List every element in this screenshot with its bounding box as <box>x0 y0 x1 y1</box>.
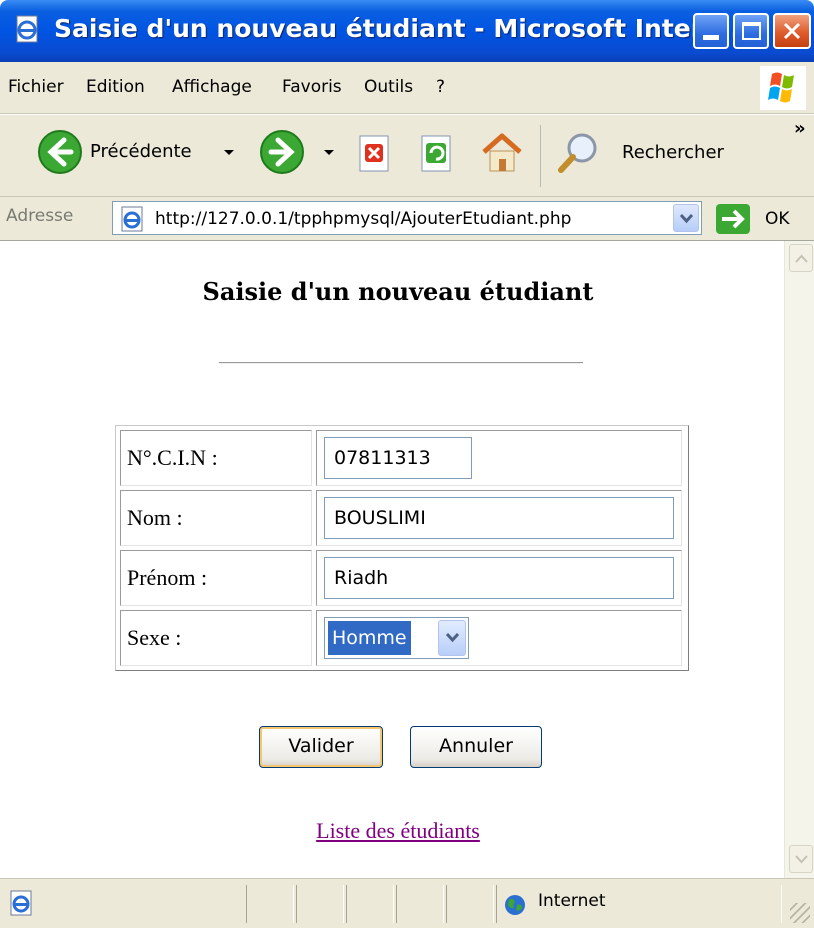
windows-logo-icon <box>760 66 806 110</box>
maximize-button[interactable] <box>733 13 769 49</box>
forward-arrow-icon <box>260 130 304 174</box>
menu-help[interactable]: ? <box>436 77 445 97</box>
address-input[interactable]: http://127.0.0.1/tpphpmysql/AjouterEtudi… <box>112 201 702 235</box>
reset-button[interactable]: Annuler <box>410 726 542 768</box>
prenom-label-cell: Prénom : <box>120 550 312 606</box>
back-label: Précédente <box>90 141 192 162</box>
address-url: http://127.0.0.1/tpphpmysql/AjouterEtudi… <box>155 209 572 229</box>
chevron-down-icon <box>795 855 808 864</box>
menu-edition[interactable]: Edition <box>86 77 145 97</box>
search-icon <box>558 133 597 173</box>
status-pane <box>346 885 394 923</box>
page-viewport: Saisie d'un nouveau étudiant N°.C.I.N : … <box>12 241 784 878</box>
menu-favoris[interactable]: Favoris <box>282 77 342 97</box>
nom-input[interactable]: BOUSLIMI <box>324 497 674 539</box>
sexe-select-cell: Homme <box>316 610 682 666</box>
sexe-selected-value: Homme <box>327 620 412 656</box>
page-favicon-icon <box>121 206 143 232</box>
forward-dropdown-icon[interactable] <box>324 150 334 155</box>
sexe-label-cell: Sexe : <box>120 610 312 666</box>
scroll-up-button[interactable] <box>789 244 813 272</box>
prenom-input-cell: Riadh <box>316 550 682 606</box>
address-dropdown-button[interactable] <box>673 204 699 232</box>
go-arrow-icon[interactable] <box>716 204 750 234</box>
minimize-button[interactable] <box>693 13 729 49</box>
cin-input[interactable]: 07811313 <box>324 437 472 479</box>
address-bar: Adresse http://127.0.0.1/tpphpmysql/Ajou… <box>0 197 814 241</box>
page-status-icon <box>10 890 32 916</box>
chevron-up-icon <box>795 254 808 263</box>
maximize-icon <box>742 22 761 40</box>
student-form-table: N°.C.I.N : 07811313 Nom : BOUSLIMI Préno… <box>115 425 689 671</box>
resize-grip[interactable] <box>790 903 810 923</box>
status-pane <box>246 885 294 923</box>
status-pane <box>446 885 494 923</box>
close-icon <box>783 22 801 40</box>
stop-icon[interactable] <box>356 134 394 174</box>
horizontal-rule <box>219 362 583 364</box>
status-pane <box>296 885 344 923</box>
prenom-label: Prénom : <box>127 565 208 590</box>
menu-outils[interactable]: Outils <box>364 77 413 97</box>
sexe-dropdown-button[interactable] <box>438 620 466 656</box>
cin-input-cell: 07811313 <box>316 430 682 486</box>
nom-input-cell: BOUSLIMI <box>316 490 682 546</box>
minimize-icon <box>703 35 719 40</box>
ie-page-icon <box>16 15 38 43</box>
nom-label-cell: Nom : <box>120 490 312 546</box>
sexe-select[interactable]: Homme <box>324 617 469 659</box>
nom-label: Nom : <box>127 505 183 530</box>
page-title: Saisie d'un nouveau étudiant <box>202 277 594 306</box>
back-button[interactable]: Précédente <box>36 128 246 180</box>
forward-button[interactable] <box>258 128 338 180</box>
title-bar[interactable]: Saisie d'un nouveau étudiant - Microsoft… <box>0 0 814 62</box>
scroll-down-button[interactable] <box>789 845 813 873</box>
menu-bar: Fichier Edition Affichage Favoris Outils… <box>0 62 814 114</box>
chevron-down-icon <box>680 214 693 224</box>
close-button[interactable] <box>773 13 811 49</box>
back-arrow-icon <box>38 130 82 174</box>
home-icon[interactable] <box>478 130 526 176</box>
back-dropdown-icon[interactable] <box>224 150 234 155</box>
security-zone-label: Internet <box>538 891 606 911</box>
menu-affichage[interactable]: Affichage <box>172 77 252 97</box>
cin-label-cell: N°.C.I.N : <box>120 430 312 486</box>
status-bar: Internet <box>0 878 814 928</box>
submit-button[interactable]: Valider <box>259 726 383 768</box>
search-button[interactable]: Rechercher <box>556 130 736 178</box>
toolbar-chevron-icon[interactable]: » <box>794 118 806 139</box>
toolbar-separator <box>540 125 542 187</box>
chevron-down-icon <box>446 633 459 643</box>
cin-label: N°.C.I.N : <box>127 445 218 470</box>
student-list-link[interactable]: Liste des étudiants <box>12 818 784 844</box>
menu-fichier[interactable]: Fichier <box>8 77 64 97</box>
window-title: Saisie d'un nouveau étudiant - Microsoft… <box>54 14 750 43</box>
prenom-input[interactable]: Riadh <box>324 557 674 599</box>
sexe-label: Sexe : <box>127 625 182 650</box>
go-label[interactable]: OK <box>765 209 790 229</box>
vertical-scrollbar[interactable] <box>784 241 814 878</box>
globe-icon <box>505 895 525 915</box>
status-pane <box>396 885 444 923</box>
search-label: Rechercher <box>622 142 724 163</box>
refresh-icon[interactable] <box>418 134 456 174</box>
address-label: Adresse <box>6 206 74 226</box>
